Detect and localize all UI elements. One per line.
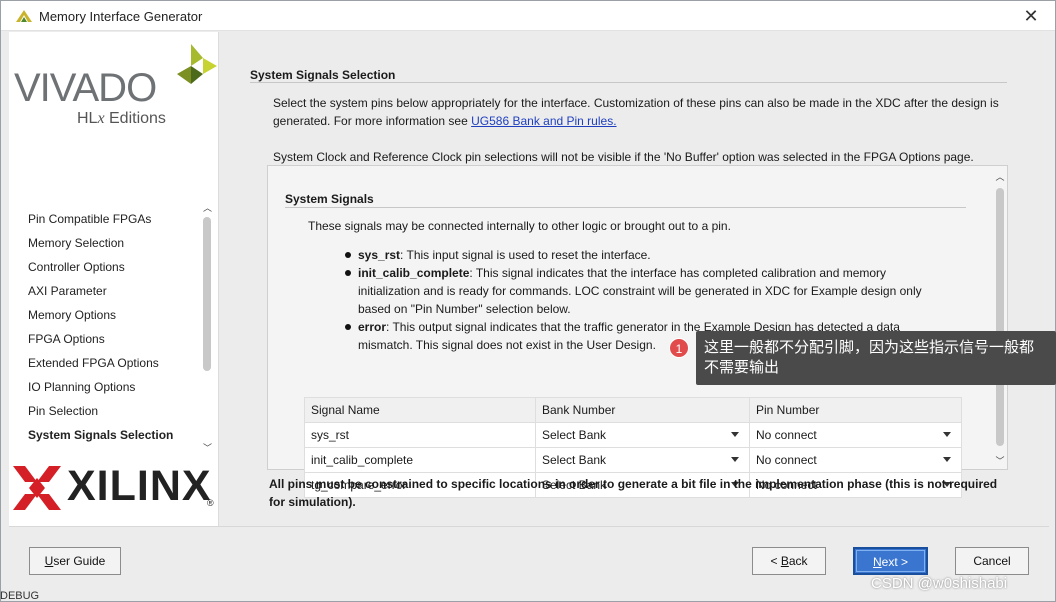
nav-item-io-planning-options[interactable]: IO Planning Options: [9, 375, 199, 399]
vivado-leaf-icon: [177, 44, 217, 84]
system-signals-title: System Signals: [285, 192, 374, 206]
left-panel: VIVADO HLx Editions Pin Compatible FPGAs…: [9, 32, 219, 526]
scroll-thumb[interactable]: [996, 188, 1004, 446]
column-header: Pin Number: [749, 397, 962, 423]
next-button[interactable]: Next >: [853, 547, 928, 575]
nav-item-memory-selection[interactable]: Memory Selection: [9, 231, 199, 255]
hlx-editions-text: HLx Editions: [77, 110, 166, 127]
xilinx-wordmark: XILINX: [67, 462, 212, 510]
user-guide-button[interactable]: User Guide: [29, 547, 121, 575]
watermark: CSDN @w0shishabi: [871, 575, 1008, 592]
signal-name-cell: sys_rst: [304, 422, 536, 448]
chevron-down-icon: [731, 457, 739, 462]
scroll-thumb[interactable]: [203, 217, 211, 371]
nav-item-axi-parameter[interactable]: AXI Parameter: [9, 279, 199, 303]
bank-number-dropdown[interactable]: Select Bank: [535, 447, 750, 473]
pin-number-dropdown[interactable]: No connect: [749, 422, 962, 448]
intro-paragraph: Select the system pins below appropriate…: [273, 96, 999, 128]
signals-scrollbar[interactable]: ︿ ﹀: [994, 172, 1006, 466]
signals-intro: These signals may be connected internall…: [308, 219, 731, 233]
cancel-button[interactable]: Cancel: [955, 547, 1029, 575]
bank-number-dropdown[interactable]: Select Bank: [535, 422, 750, 448]
table-header-row: Signal Name Bank Number Pin Number: [304, 397, 962, 423]
signals-divider: [285, 207, 966, 208]
page-title: System Signals Selection: [250, 68, 396, 82]
scroll-up-icon[interactable]: ︿: [202, 203, 213, 213]
bullet-init-calib-complete: init_calib_complete: This signal indicat…: [345, 264, 945, 318]
vivado-icon: [16, 10, 32, 22]
xilinx-logo: XILINX ®: [11, 462, 219, 512]
chevron-down-icon: [943, 432, 951, 437]
clock-note: System Clock and Reference Clock pin sel…: [273, 150, 974, 164]
nav-item-extended-fpga-options[interactable]: Extended FPGA Options: [9, 351, 199, 375]
title-divider: [250, 82, 1007, 83]
pin-number-dropdown[interactable]: No connect: [749, 447, 962, 473]
chevron-down-icon: [943, 457, 951, 462]
scroll-down-icon[interactable]: ﹀: [994, 456, 1006, 466]
constraint-note: All pins must be constrained to specific…: [269, 477, 998, 509]
nav-item-pin-selection[interactable]: Pin Selection: [9, 399, 199, 423]
ug586-link[interactable]: UG586 Bank and Pin rules.: [471, 114, 616, 128]
close-icon[interactable]: ✕: [1021, 6, 1041, 26]
nav-scrollbar[interactable]: ︿ ﹀: [201, 203, 214, 453]
nav-item-fpga-options[interactable]: FPGA Options: [9, 327, 199, 351]
table-row: init_calib_complete Select Bank No conne…: [304, 447, 962, 473]
nav-item-system-signals-selection[interactable]: System Signals Selection: [9, 423, 199, 447]
nav-item-controller-options[interactable]: Controller Options: [9, 255, 199, 279]
nav-item-memory-options[interactable]: Memory Options: [9, 303, 199, 327]
scroll-down-icon[interactable]: ﹀: [202, 443, 213, 453]
annotation-marker: 1: [669, 338, 689, 358]
bullet-sys-rst: sys_rst: This input signal is used to re…: [345, 246, 945, 264]
column-header: Bank Number: [535, 397, 750, 423]
scroll-up-icon[interactable]: ︿: [994, 172, 1006, 182]
window-title: Memory Interface Generator: [39, 9, 203, 24]
registered-mark: ®: [207, 498, 214, 508]
system-signals-panel: System Signals These signals may be conn…: [267, 165, 1008, 498]
back-button[interactable]: < Back: [752, 547, 826, 575]
nav-item-pin-compatible-fpgas[interactable]: Pin Compatible FPGAs: [9, 207, 199, 231]
vivado-logo: VIVADO HLx Editions: [11, 40, 219, 140]
table-row: sys_rst Select Bank No connect: [304, 422, 962, 448]
signal-name-cell: init_calib_complete: [304, 447, 536, 473]
annotation-tooltip: 这里一般都不分配引脚，因为这些指示信号一般都不需要输出: [696, 331, 1056, 385]
background-fragment: DEBUG: [0, 590, 40, 602]
main-content: System Signals Selection Select the syst…: [220, 32, 1049, 526]
title-bar: Memory Interface Generator ✕: [1, 1, 1055, 31]
xilinx-mark-icon: [13, 466, 61, 510]
column-header: Signal Name: [304, 397, 536, 423]
step-navigation: Pin Compatible FPGAs Memory Selection Co…: [9, 207, 199, 447]
chevron-down-icon: [731, 432, 739, 437]
mig-dialog: Memory Interface Generator ✕ VIVADO HLx …: [0, 0, 1056, 602]
vivado-wordmark: VIVADO: [14, 66, 157, 110]
